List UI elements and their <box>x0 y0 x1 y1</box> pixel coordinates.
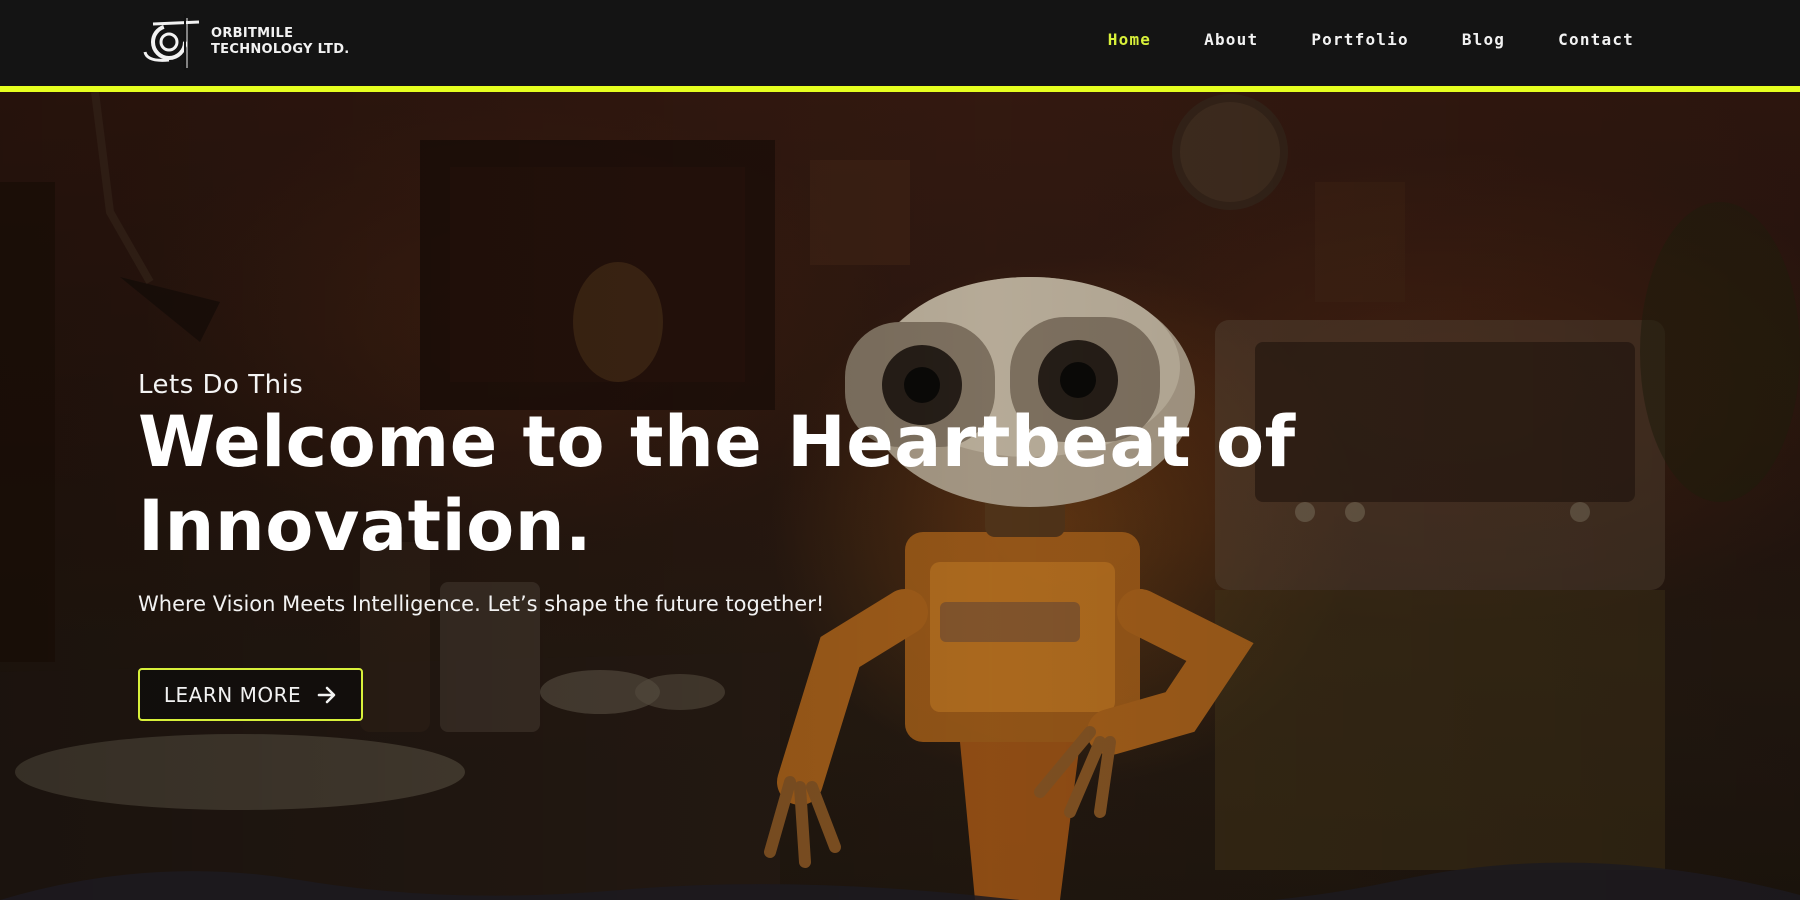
main-nav: Home About Portfolio Blog Contact <box>1055 28 1634 52</box>
nav-contact[interactable]: Contact <box>1558 28 1634 52</box>
logo-line-1: ORBITMILE <box>211 26 294 41</box>
hero-headline: Welcome to the Heartbeat of Innovation. <box>138 401 1296 567</box>
arrow-right-icon <box>317 686 336 703</box>
hero-section: Lets Do This Welcome to the Heartbeat of… <box>0 92 1800 900</box>
nav-about[interactable]: About <box>1204 28 1258 52</box>
nav-home[interactable]: Home <box>1108 28 1151 52</box>
logo-line-2: TECHNOLOGY LTD. <box>211 42 350 57</box>
learn-more-button[interactable]: LEARN MORE <box>138 668 363 721</box>
hero-eyebrow: Lets Do This <box>138 370 304 400</box>
logo[interactable]: ORBITMILE TECHNOLOGY LTD. <box>139 12 350 72</box>
nav-portfolio[interactable]: Portfolio <box>1311 28 1409 52</box>
logo-text: ORBITMILE TECHNOLOGY LTD. <box>211 26 350 58</box>
nav-blog[interactable]: Blog <box>1462 28 1505 52</box>
bottom-wave-divider <box>0 862 1800 900</box>
hero-subtitle: Where Vision Meets Intelligence. Let’s s… <box>138 592 825 616</box>
orbit-logo-icon <box>143 14 200 70</box>
site-header: ORBITMILE TECHNOLOGY LTD. Home About Por… <box>0 0 1800 86</box>
learn-more-label: LEARN MORE <box>163 682 302 707</box>
